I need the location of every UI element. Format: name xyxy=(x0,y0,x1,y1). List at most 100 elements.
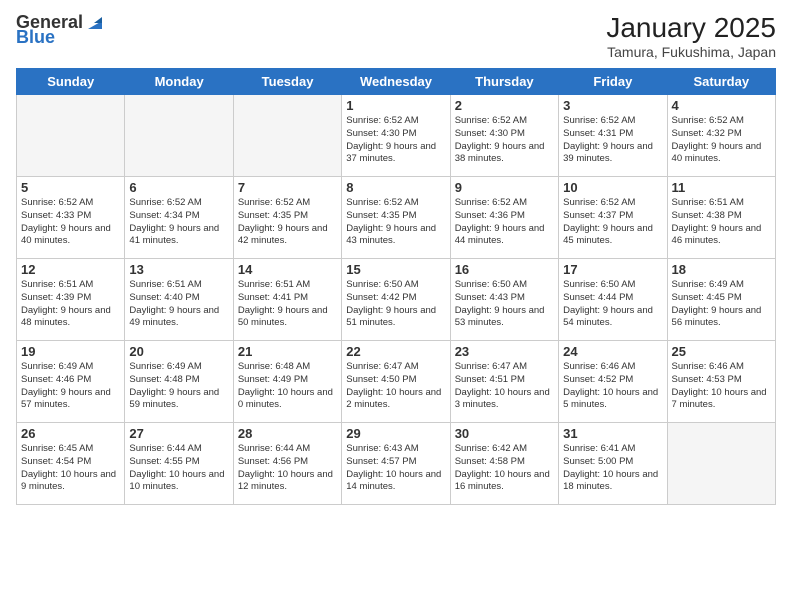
day-number: 5 xyxy=(21,180,120,195)
day-number: 25 xyxy=(672,344,771,359)
day-number: 6 xyxy=(129,180,228,195)
calendar-cell: 15 Sunrise: 6:50 AM Sunset: 4:42 PM Dayli… xyxy=(342,259,450,341)
day-info: Sunrise: 6:52 AM Sunset: 4:30 PM Dayligh… xyxy=(455,115,554,166)
day-number: 12 xyxy=(21,262,120,277)
day-number: 23 xyxy=(455,344,554,359)
day-info: Sunrise: 6:52 AM Sunset: 4:31 PM Dayligh… xyxy=(563,115,662,166)
day-info: Sunrise: 6:46 AM Sunset: 4:52 PM Dayligh… xyxy=(563,361,662,412)
day-number: 1 xyxy=(346,98,445,113)
day-info: Sunrise: 6:50 AM Sunset: 4:44 PM Dayligh… xyxy=(563,279,662,330)
day-info: Sunrise: 6:44 AM Sunset: 4:56 PM Dayligh… xyxy=(238,443,337,494)
day-info: Sunrise: 6:52 AM Sunset: 4:30 PM Dayligh… xyxy=(346,115,445,166)
day-info: Sunrise: 6:49 AM Sunset: 4:48 PM Dayligh… xyxy=(129,361,228,412)
calendar-cell: 30 Sunrise: 6:42 AM Sunset: 4:58 PM Dayli… xyxy=(450,423,558,505)
day-info: Sunrise: 6:47 AM Sunset: 4:51 PM Dayligh… xyxy=(455,361,554,412)
calendar-cell: 3 Sunrise: 6:52 AM Sunset: 4:31 PM Daylig… xyxy=(559,95,667,177)
day-info: Sunrise: 6:50 AM Sunset: 4:43 PM Dayligh… xyxy=(455,279,554,330)
day-number: 31 xyxy=(563,426,662,441)
day-number: 27 xyxy=(129,426,228,441)
calendar-cell: 19Sunrise: 6:49 AM Sunset: 4:46 PM Dayli… xyxy=(17,341,125,423)
week-row-2: 5Sunrise: 6:52 AM Sunset: 4:33 PM Daylig… xyxy=(17,177,776,259)
page-container: General Blue January 2025 Tamura, Fukush… xyxy=(0,0,792,612)
weekday-header-row: SundayMondayTuesdayWednesdayThursdayFrid… xyxy=(17,69,776,95)
calendar-cell: 13Sunrise: 6:51 AM Sunset: 4:40 PM Dayli… xyxy=(125,259,233,341)
location: Tamura, Fukushima, Japan xyxy=(606,44,776,60)
weekday-header-wednesday: Wednesday xyxy=(342,69,450,95)
day-number: 26 xyxy=(21,426,120,441)
day-number: 24 xyxy=(563,344,662,359)
day-number: 29 xyxy=(346,426,445,441)
title-block: January 2025 Tamura, Fukushima, Japan xyxy=(606,12,776,60)
calendar-cell: 17 Sunrise: 6:50 AM Sunset: 4:44 PM Dayli… xyxy=(559,259,667,341)
calendar-cell: 10 Sunrise: 6:52 AM Sunset: 4:37 PM Dayli… xyxy=(559,177,667,259)
day-info: Sunrise: 6:51 AM Sunset: 4:40 PM Dayligh… xyxy=(129,279,228,330)
day-info: Sunrise: 6:41 AM Sunset: 5:00 PM Dayligh… xyxy=(563,443,662,494)
day-number: 30 xyxy=(455,426,554,441)
day-number: 7 xyxy=(238,180,337,195)
day-number: 18 xyxy=(672,262,771,277)
day-info: Sunrise: 6:51 AM Sunset: 4:39 PM Dayligh… xyxy=(21,279,120,330)
calendar-cell: 7Sunrise: 6:52 AM Sunset: 4:35 PM Daylig… xyxy=(233,177,341,259)
day-number: 11 xyxy=(672,180,771,195)
calendar-cell: 5Sunrise: 6:52 AM Sunset: 4:33 PM Daylig… xyxy=(17,177,125,259)
logo: General Blue xyxy=(16,12,106,48)
calendar-cell: 27 Sunrise: 6:44 AM Sunset: 4:55 PM Dayli… xyxy=(125,423,233,505)
day-number: 3 xyxy=(563,98,662,113)
day-info: Sunrise: 6:52 AM Sunset: 4:37 PM Dayligh… xyxy=(563,197,662,248)
calendar-cell: 29 Sunrise: 6:43 AM Sunset: 4:57 PM Dayli… xyxy=(342,423,450,505)
day-number: 2 xyxy=(455,98,554,113)
calendar-cell: 25 Sunrise: 6:46 AM Sunset: 4:53 PM Dayli… xyxy=(667,341,775,423)
calendar-cell: 31 Sunrise: 6:41 AM Sunset: 5:00 PM Dayli… xyxy=(559,423,667,505)
day-info: Sunrise: 6:52 AM Sunset: 4:36 PM Dayligh… xyxy=(455,197,554,248)
day-number: 14 xyxy=(238,262,337,277)
day-info: Sunrise: 6:46 AM Sunset: 4:53 PM Dayligh… xyxy=(672,361,771,412)
day-info: Sunrise: 6:51 AM Sunset: 4:41 PM Dayligh… xyxy=(238,279,337,330)
day-info: Sunrise: 6:51 AM Sunset: 4:38 PM Dayligh… xyxy=(672,197,771,248)
day-number: 10 xyxy=(563,180,662,195)
day-number: 8 xyxy=(346,180,445,195)
day-number: 17 xyxy=(563,262,662,277)
calendar-cell: 8 Sunrise: 6:52 AM Sunset: 4:35 PM Daylig… xyxy=(342,177,450,259)
day-info: Sunrise: 6:43 AM Sunset: 4:57 PM Dayligh… xyxy=(346,443,445,494)
day-info: Sunrise: 6:47 AM Sunset: 4:50 PM Dayligh… xyxy=(346,361,445,412)
day-info: Sunrise: 6:52 AM Sunset: 4:32 PM Dayligh… xyxy=(672,115,771,166)
calendar-cell: 20Sunrise: 6:49 AM Sunset: 4:48 PM Dayli… xyxy=(125,341,233,423)
calendar-cell: 28 Sunrise: 6:44 AM Sunset: 4:56 PM Dayli… xyxy=(233,423,341,505)
calendar-cell: 22 Sunrise: 6:47 AM Sunset: 4:50 PM Dayli… xyxy=(342,341,450,423)
day-number: 9 xyxy=(455,180,554,195)
calendar-cell: 9 Sunrise: 6:52 AM Sunset: 4:36 PM Daylig… xyxy=(450,177,558,259)
day-number: 15 xyxy=(346,262,445,277)
weekday-header-friday: Friday xyxy=(559,69,667,95)
weekday-header-sunday: Sunday xyxy=(17,69,125,95)
weekday-header-tuesday: Tuesday xyxy=(233,69,341,95)
calendar-cell: 6 Sunrise: 6:52 AM Sunset: 4:34 PM Daylig… xyxy=(125,177,233,259)
calendar-cell xyxy=(17,95,125,177)
week-row-5: 26Sunrise: 6:45 AM Sunset: 4:54 PM Dayli… xyxy=(17,423,776,505)
day-number: 4 xyxy=(672,98,771,113)
calendar-cell: 1 Sunrise: 6:52 AM Sunset: 4:30 PM Daylig… xyxy=(342,95,450,177)
day-number: 22 xyxy=(346,344,445,359)
day-info: Sunrise: 6:52 AM Sunset: 4:34 PM Dayligh… xyxy=(129,197,228,248)
month-year: January 2025 xyxy=(606,12,776,44)
weekday-header-saturday: Saturday xyxy=(667,69,775,95)
calendar-cell: 12 Sunrise: 6:51 AM Sunset: 4:39 PM Dayli… xyxy=(17,259,125,341)
header: General Blue January 2025 Tamura, Fukush… xyxy=(16,12,776,60)
weekday-header-monday: Monday xyxy=(125,69,233,95)
day-number: 16 xyxy=(455,262,554,277)
calendar-table: SundayMondayTuesdayWednesdayThursdayFrid… xyxy=(16,68,776,505)
day-info: Sunrise: 6:49 AM Sunset: 4:45 PM Dayligh… xyxy=(672,279,771,330)
day-info: Sunrise: 6:44 AM Sunset: 4:55 PM Dayligh… xyxy=(129,443,228,494)
day-info: Sunrise: 6:50 AM Sunset: 4:42 PM Dayligh… xyxy=(346,279,445,330)
weekday-header-thursday: Thursday xyxy=(450,69,558,95)
calendar-cell: 2 Sunrise: 6:52 AM Sunset: 4:30 PM Daylig… xyxy=(450,95,558,177)
logo-icon xyxy=(84,11,106,33)
day-number: 28 xyxy=(238,426,337,441)
day-info: Sunrise: 6:42 AM Sunset: 4:58 PM Dayligh… xyxy=(455,443,554,494)
day-info: Sunrise: 6:52 AM Sunset: 4:35 PM Dayligh… xyxy=(346,197,445,248)
day-info: Sunrise: 6:48 AM Sunset: 4:49 PM Dayligh… xyxy=(238,361,337,412)
calendar-cell: 11 Sunrise: 6:51 AM Sunset: 4:38 PM Dayli… xyxy=(667,177,775,259)
calendar-cell xyxy=(667,423,775,505)
logo-blue-text: Blue xyxy=(16,27,55,48)
calendar-cell: 18 Sunrise: 6:49 AM Sunset: 4:45 PM Dayli… xyxy=(667,259,775,341)
calendar-cell: 21Sunrise: 6:48 AM Sunset: 4:49 PM Dayli… xyxy=(233,341,341,423)
